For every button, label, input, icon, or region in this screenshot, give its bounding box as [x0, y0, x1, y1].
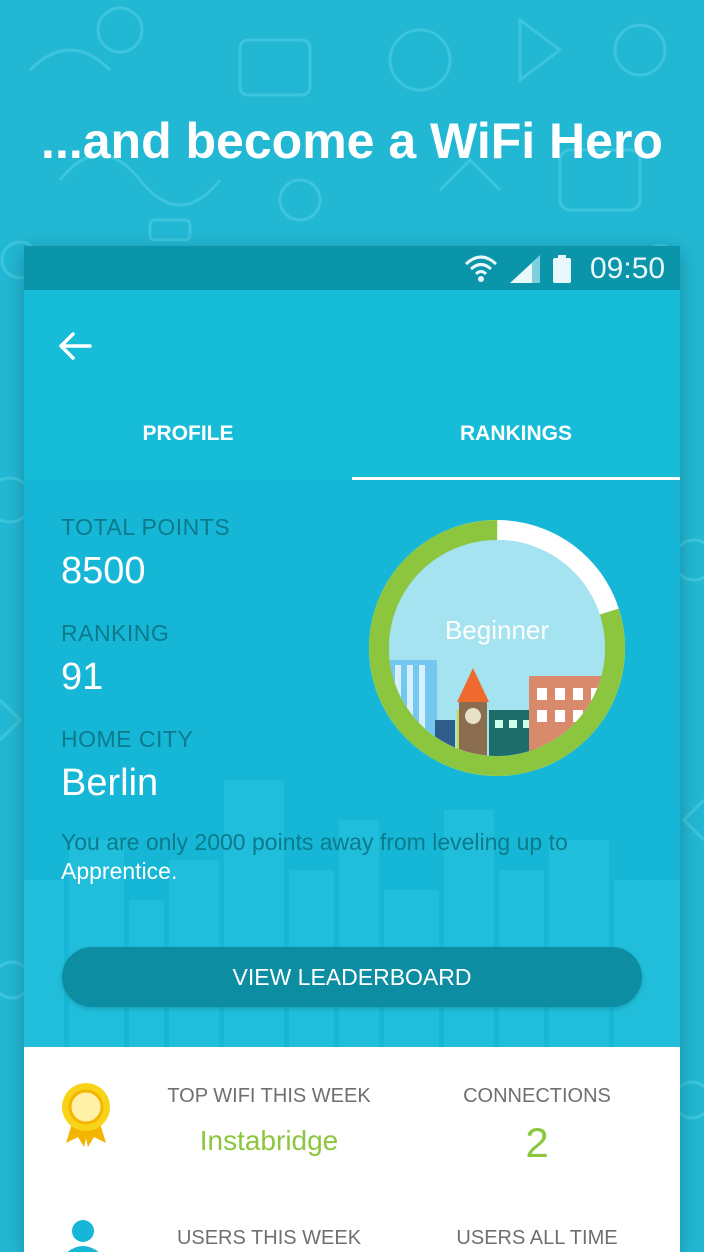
top-wifi-label: TOP WIFI THIS WEEK	[167, 1085, 371, 1107]
tab-profile[interactable]: PROFILE	[24, 410, 352, 480]
home-city-value: Berlin	[61, 762, 159, 804]
info-middle: points away from leveling up to	[245, 829, 568, 855]
info-points: 2000	[194, 829, 246, 855]
ranking-label: RANKING	[61, 620, 170, 646]
connections-value: 2	[525, 1119, 549, 1166]
total-points-label: TOTAL POINTS	[61, 514, 231, 540]
signal-icon	[510, 255, 540, 283]
back-arrow-icon[interactable]	[54, 325, 96, 367]
level-badge	[369, 520, 625, 776]
total-points-value: 8500	[61, 550, 146, 592]
level-up-info: You are only 2000 points away from level…	[61, 828, 651, 886]
tab-rankings[interactable]: RANKINGS	[352, 410, 680, 480]
ranking-value: 91	[61, 656, 104, 698]
user-icon	[67, 1220, 99, 1252]
app-bar: PROFILE RANKINGS	[24, 290, 680, 481]
connections-label: CONNECTIONS	[463, 1085, 611, 1107]
weekly-stats-card: TOP WIFI THIS WEEK Instabridge CONNECTIO…	[24, 1047, 680, 1252]
battery-icon	[553, 255, 571, 283]
users-week-label: USERS THIS WEEK	[176, 1227, 362, 1249]
status-time: 09:50	[590, 252, 666, 285]
headline: ...and become a WiFi Hero	[41, 113, 663, 169]
rankings-panel: TOTAL POINTS 8500 RANKING 91 HOME CITY B…	[24, 480, 680, 1047]
view-leaderboard-button[interactable]: VIEW LEADERBOARD	[62, 947, 642, 1007]
wifi-icon	[464, 255, 498, 282]
level-name: Beginner	[444, 615, 550, 645]
info-prefix: You are only	[61, 829, 195, 855]
home-city-label: HOME CITY	[61, 726, 194, 752]
info-next-level: Apprentice.	[61, 858, 178, 884]
phone-screen: 09:50 PROFILE RANKINGS TOTAL POINTS 8500…	[24, 246, 680, 1252]
users-all-time-label: USERS ALL TIME	[456, 1227, 618, 1249]
status-bar: 09:50	[24, 246, 680, 290]
top-wifi-value: Instabridge	[199, 1125, 339, 1156]
medal-icon	[62, 1083, 110, 1147]
